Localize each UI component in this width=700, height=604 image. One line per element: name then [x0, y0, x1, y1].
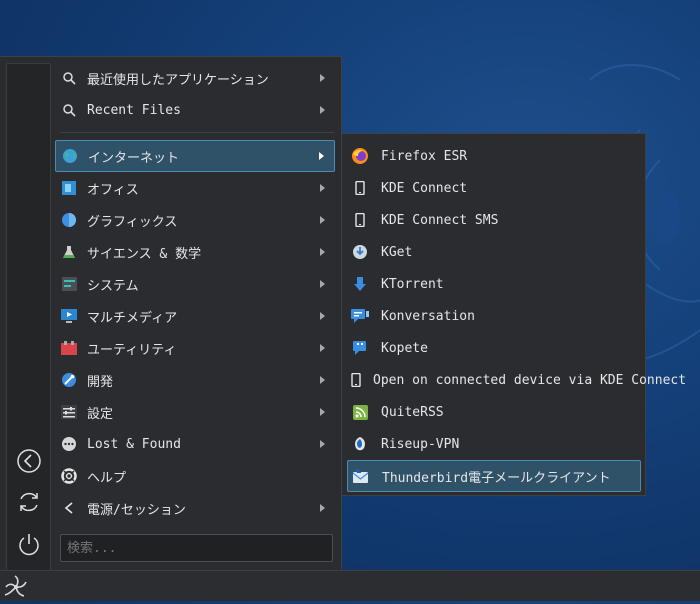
submenu-item-label: Konversation [381, 308, 475, 324]
submenu-item-kopete[interactable]: Kopete [347, 333, 641, 363]
submenu-item-label: Open on connected device via KDE Connect [373, 372, 687, 388]
submenu-item-label: Riseup-VPN [381, 436, 460, 452]
chevron-right-icon [320, 408, 325, 416]
office-icon [61, 180, 77, 196]
search-input[interactable] [60, 534, 333, 562]
globe-icon [62, 148, 78, 164]
chevron-right-icon [320, 376, 325, 384]
submenu-item-label: KDE Connect SMS [381, 212, 499, 228]
menu-item-label: オフィス [87, 182, 139, 198]
submenu-item-open-on-device[interactable]: Open on connected device via KDE Connect [347, 365, 686, 395]
menu-item-label: 電源/セッション [87, 502, 186, 518]
menu-item-recent-apps[interactable]: 最近使用したアプリケーション [55, 63, 335, 93]
menu-side-strip [6, 63, 51, 571]
menu-item-multimedia[interactable]: マルチメディア [55, 301, 335, 331]
menu-item-power-session[interactable]: 電源/セッション [55, 493, 335, 523]
submenu-item-kde-connect[interactable]: KDE Connect [347, 173, 641, 203]
search-icon [61, 102, 77, 118]
menu-item-label: インターネット [88, 150, 180, 166]
chevron-right-icon [320, 184, 325, 192]
chevron-right-icon [319, 152, 324, 160]
menu-item-label: サイエンス & 数学 [87, 246, 202, 262]
chevron-right-icon [320, 216, 325, 224]
submenu-item-konversation[interactable]: Konversation [347, 301, 641, 331]
kget-icon [351, 243, 369, 261]
application-menu: 最近使用したアプリケーション Recent Files インターネット オフィス… [0, 56, 342, 571]
submenu-item-label: KDE Connect [381, 180, 468, 196]
taskbar [0, 570, 700, 601]
submenu-item-thunderbird[interactable]: Thunderbird電子メールクライアント [347, 460, 641, 492]
thunderbird-icon [352, 467, 370, 485]
submenu-item-riseup-vpn[interactable]: Riseup-VPN [347, 429, 641, 459]
power-icon[interactable] [15, 530, 43, 558]
menu-item-office[interactable]: オフィス [55, 173, 335, 203]
menu-item-internet[interactable]: インターネット [55, 140, 335, 172]
chevron-right-icon [320, 344, 325, 352]
vpn-icon [351, 435, 369, 453]
menu-item-development[interactable]: 開発 [55, 365, 335, 395]
menu-item-recent-files[interactable]: Recent Files [55, 95, 335, 125]
menu-separator [60, 132, 334, 133]
menu-item-label: 設定 [87, 406, 114, 422]
science-icon [61, 244, 77, 260]
chevron-right-icon [320, 248, 325, 256]
phone-icon [351, 371, 361, 389]
submenu-item-label: Thunderbird電子メールクライアント [382, 470, 611, 486]
multimedia-icon [61, 308, 77, 324]
menu-item-label: 開発 [87, 374, 114, 390]
settings-icon [61, 404, 77, 420]
phone-icon [351, 179, 369, 197]
ktorrent-icon [351, 275, 369, 293]
submenu-item-firefox[interactable]: Firefox ESR [347, 141, 641, 171]
search-icon [61, 70, 77, 86]
kopete-icon [351, 339, 369, 357]
submenu-item-label: Kopete [381, 340, 428, 356]
menu-item-label: グラフィックス [87, 214, 178, 230]
menu-item-label: システム [87, 278, 139, 294]
menu-item-label: ヘルプ [87, 470, 127, 486]
submenu-item-label: QuiteRSS [381, 404, 444, 420]
menu-item-settings[interactable]: 設定 [55, 397, 335, 427]
menu-item-utilities[interactable]: ユーティリティ [55, 333, 335, 363]
submenu-item-kget[interactable]: KGet [347, 237, 641, 267]
menu-item-label: 最近使用したアプリケーション [87, 72, 269, 88]
menu-item-label: マルチメディア [87, 310, 178, 326]
menu-item-label: Recent Files [87, 102, 181, 118]
chevron-right-icon [320, 74, 325, 82]
submenu-item-label: KGet [381, 244, 413, 260]
submenu-item-label: Firefox ESR [381, 148, 468, 164]
chevron-right-icon [320, 504, 325, 512]
app-launcher-icon[interactable] [2, 574, 30, 600]
utilities-icon [61, 340, 77, 356]
phone-icon [351, 211, 369, 229]
menu-item-graphics[interactable]: グラフィックス [55, 205, 335, 235]
back-icon[interactable] [15, 447, 43, 475]
menu-item-system[interactable]: システム [55, 269, 335, 299]
chevron-right-icon [320, 312, 325, 320]
chevron-right-icon [320, 440, 325, 448]
refresh-icon[interactable] [15, 488, 43, 516]
chevron-right-icon [320, 106, 325, 114]
chevron-left-icon [61, 500, 77, 516]
rss-icon [351, 403, 369, 421]
menu-item-label: ユーティリティ [87, 342, 177, 358]
submenu-item-label: KTorrent [381, 276, 444, 292]
chevron-right-icon [320, 280, 325, 288]
lost-found-icon [61, 436, 77, 452]
konversation-icon [351, 307, 369, 325]
menu-item-label: Lost & Found [87, 436, 181, 452]
graphics-icon [61, 212, 77, 228]
submenu-item-kde-connect-sms[interactable]: KDE Connect SMS [347, 205, 641, 235]
development-icon [61, 372, 77, 388]
submenu-item-quiterss[interactable]: QuiteRSS [347, 397, 641, 427]
system-icon [61, 276, 77, 292]
internet-submenu: Firefox ESR KDE Connect KDE Connect SMS … [341, 133, 686, 496]
menu-item-help[interactable]: ヘルプ [55, 461, 335, 491]
menu-item-science[interactable]: サイエンス & 数学 [55, 237, 335, 267]
menu-item-lost-found[interactable]: Lost & Found [55, 429, 335, 459]
submenu-item-ktorrent[interactable]: KTorrent [347, 269, 641, 299]
firefox-icon [351, 147, 369, 165]
help-icon [61, 468, 77, 484]
